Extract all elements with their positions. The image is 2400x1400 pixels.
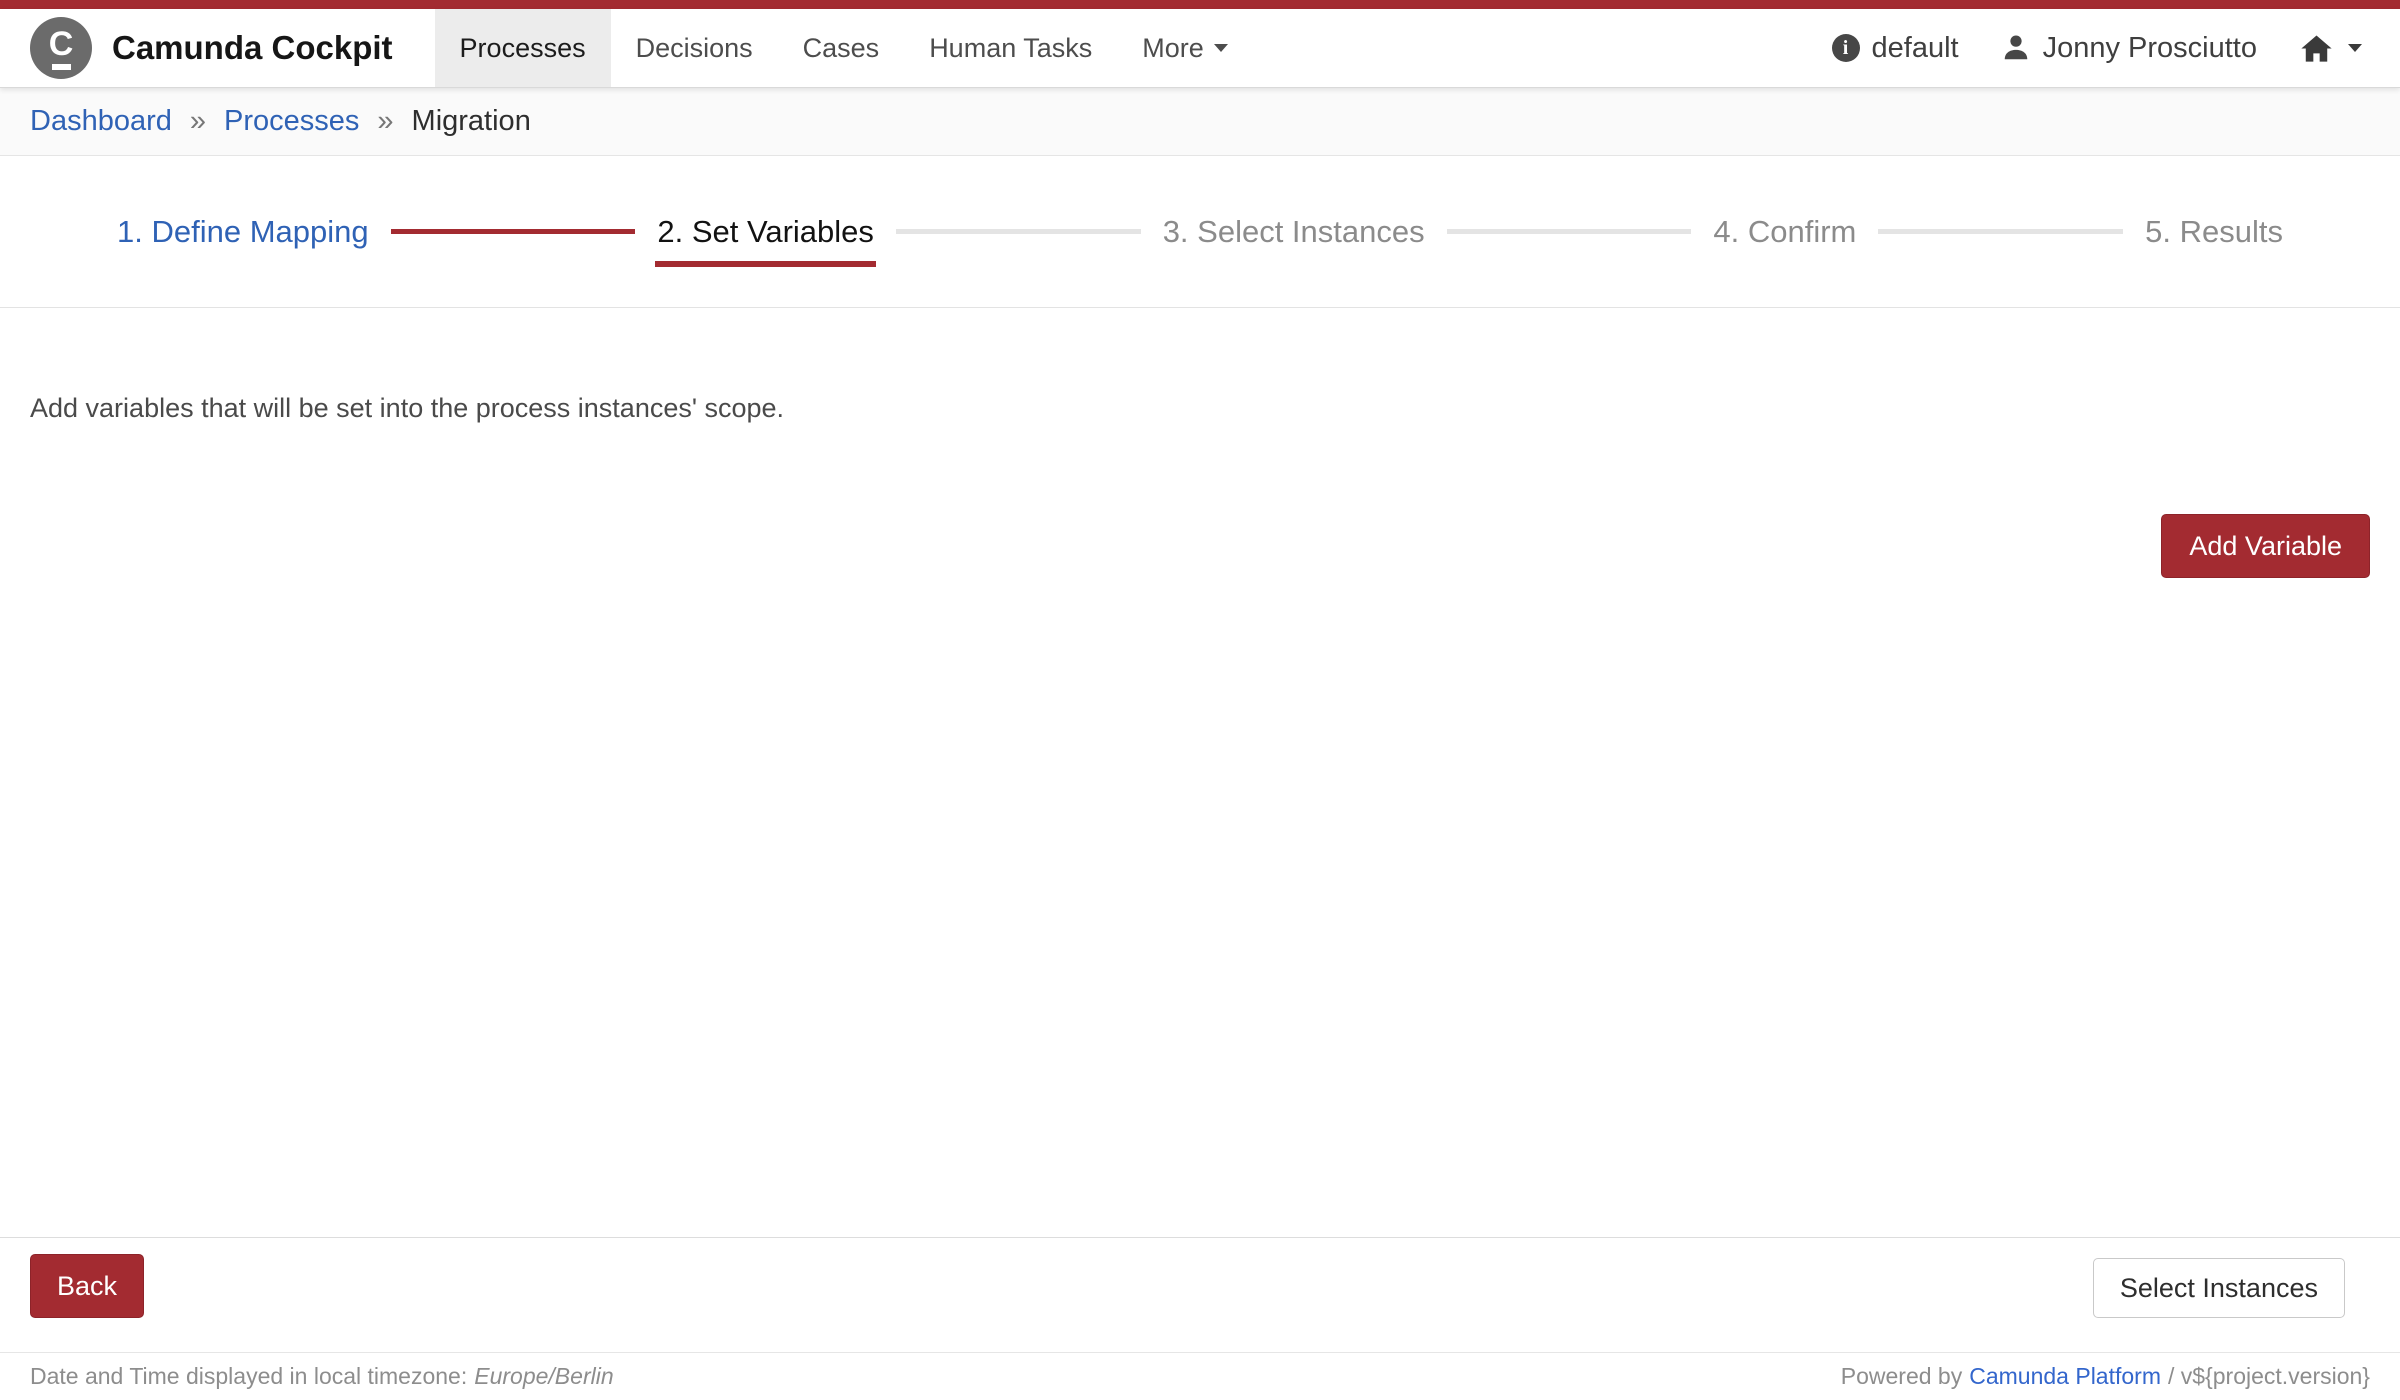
wizard-step-confirm: 4. Confirm [1713, 214, 1856, 250]
powered-prefix: Powered by [1841, 1363, 1962, 1389]
user-name: Jonny Prosciutto [2043, 32, 2257, 65]
step-connector [1447, 229, 1692, 234]
back-button[interactable]: Back [30, 1254, 144, 1318]
user-menu[interactable]: Jonny Prosciutto [2001, 32, 2257, 65]
panel-description: Add variables that will be set into the … [30, 393, 2400, 424]
top-accent-bar [0, 0, 2400, 9]
logo-underscore [52, 64, 71, 70]
wizard-steps: 1. Define Mapping 2. Set Variables 3. Se… [0, 156, 2400, 308]
controls-divider [0, 1237, 2400, 1238]
nav-item-processes[interactable]: Processes [435, 9, 611, 87]
engine-selector[interactable]: i default [1832, 32, 1959, 65]
breadcrumb-separator: » [377, 105, 393, 138]
wizard-step-define-mapping[interactable]: 1. Define Mapping [117, 214, 369, 250]
main-nav: Processes Decisions Cases Human Tasks Mo… [435, 9, 1253, 87]
step-connector [1878, 229, 2123, 234]
status-bar: Date and Time displayed in local timezon… [0, 1352, 2400, 1400]
timezone-prefix: Date and Time displayed in local timezon… [30, 1363, 467, 1389]
nav-item-human-tasks[interactable]: Human Tasks [904, 9, 1117, 87]
breadcrumb-current-migration: Migration [412, 105, 531, 138]
engine-name: default [1872, 32, 1959, 65]
set-variables-panel: Add variables that will be set into the … [0, 393, 2400, 424]
nav-more-label: More [1142, 33, 1204, 64]
home-icon [2299, 32, 2334, 65]
wizard-step-results: 5. Results [2145, 214, 2283, 250]
timezone-value: Europe/Berlin [474, 1363, 613, 1389]
select-instances-button[interactable]: Select Instances [2093, 1258, 2345, 1318]
info-icon: i [1832, 34, 1860, 62]
person-icon [2001, 33, 2031, 63]
wizard-step-select-instances: 3. Select Instances [1163, 214, 1425, 250]
powered-by: Powered by Camunda Platform / v${project.v… [1841, 1363, 2370, 1390]
camunda-logo-icon: C [30, 17, 92, 79]
step-connector [391, 229, 636, 234]
breadcrumb: Dashboard » Processes » Migration [0, 88, 2400, 156]
wizard-step-set-variables: 2. Set Variables [657, 214, 874, 250]
home-menu[interactable] [2299, 32, 2362, 65]
breadcrumb-separator: » [190, 105, 206, 138]
brand-home-link[interactable]: C Camunda Cockpit [30, 9, 393, 87]
breadcrumb-dashboard[interactable]: Dashboard [30, 105, 172, 138]
app-header: C Camunda Cockpit Processes Decisions Ca… [0, 9, 2400, 88]
chevron-down-icon [1214, 44, 1228, 52]
nav-item-more[interactable]: More [1117, 9, 1253, 87]
header-right: i default Jonny Prosciutto [1832, 9, 2400, 87]
step-connector [896, 229, 1141, 234]
nav-item-cases[interactable]: Cases [778, 9, 905, 87]
camunda-platform-link[interactable]: Camunda Platform [1969, 1363, 2161, 1389]
powered-version: / v${project.version} [2168, 1363, 2370, 1389]
app-title: Camunda Cockpit [112, 29, 393, 67]
timezone-note: Date and Time displayed in local timezon… [30, 1363, 614, 1390]
chevron-down-icon [2348, 44, 2362, 52]
add-variable-button[interactable]: Add Variable [2161, 514, 2370, 578]
logo-letter: C [49, 27, 74, 61]
breadcrumb-processes[interactable]: Processes [224, 105, 359, 138]
nav-item-decisions[interactable]: Decisions [611, 9, 778, 87]
